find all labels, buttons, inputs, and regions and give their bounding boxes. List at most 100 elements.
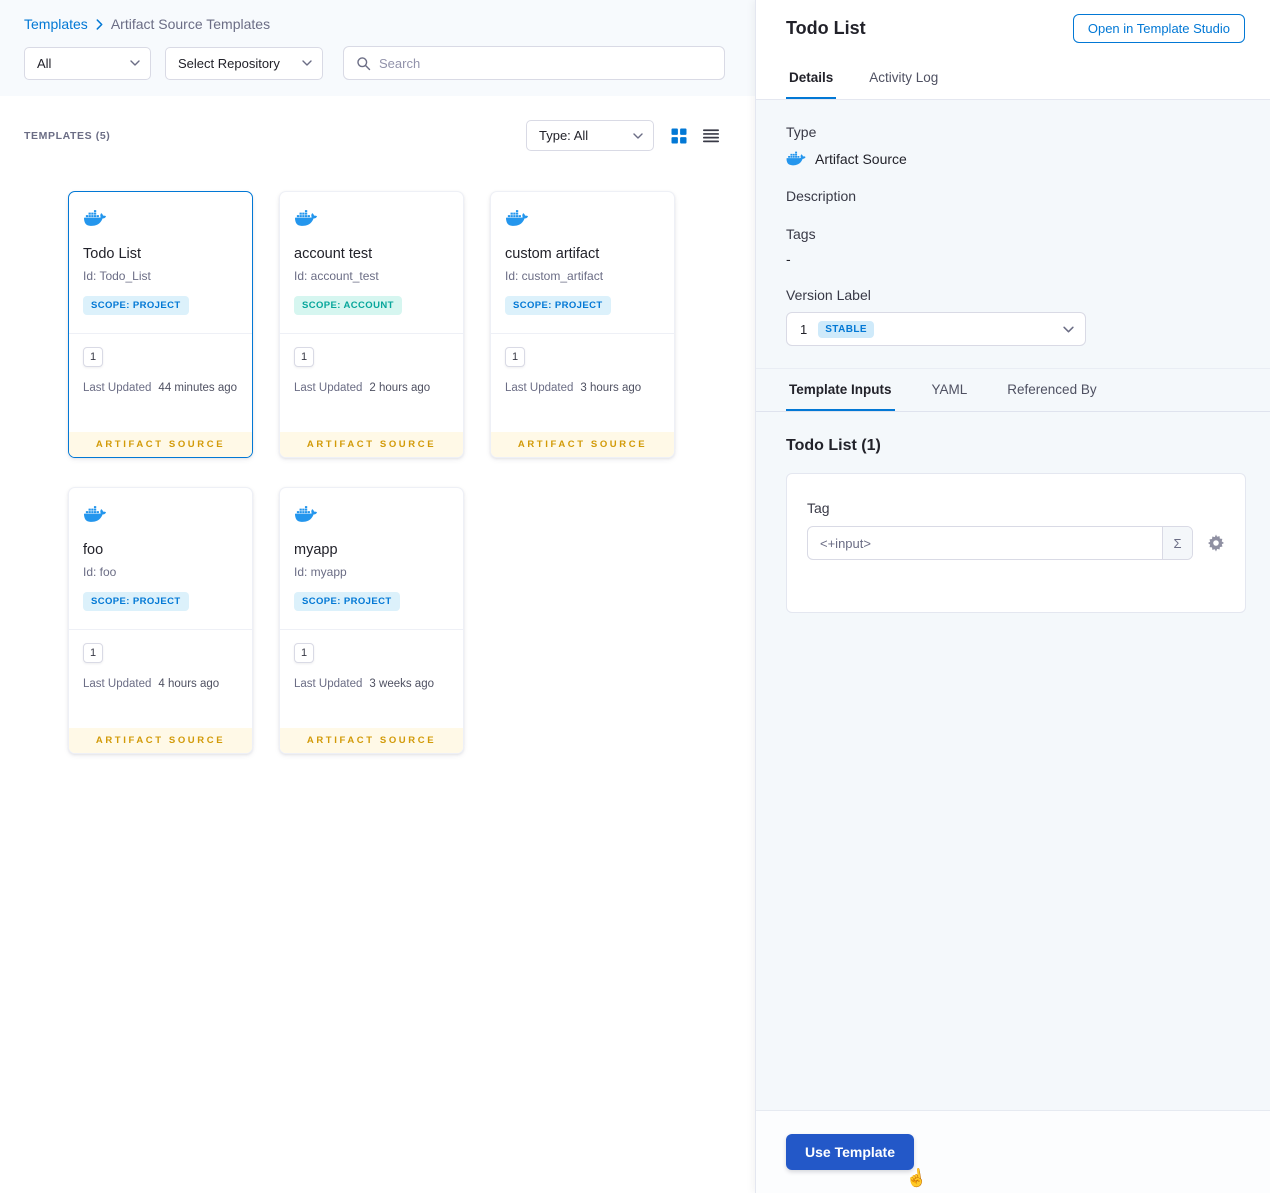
template-type-footer: ARTIFACT SOURCE <box>491 432 674 457</box>
search-box <box>343 46 725 80</box>
tab-yaml[interactable]: YAML <box>929 382 971 411</box>
filter-row: All Select Repository <box>24 46 731 80</box>
breadcrumb-templates-link[interactable]: Templates <box>24 16 88 32</box>
last-updated-label: Last Updated <box>83 382 152 394</box>
chevron-down-icon <box>130 60 140 66</box>
templates-count: TEMPLATES (5) <box>24 129 111 142</box>
list-view-icon[interactable] <box>703 129 719 143</box>
last-updated-label: Last Updated <box>505 382 574 394</box>
docker-icon <box>786 149 806 168</box>
tab-referenced-by[interactable]: Referenced By <box>1004 382 1099 411</box>
scope-filter-dropdown[interactable]: All <box>24 46 151 80</box>
last-updated: Last Updated 4 hours ago <box>83 678 238 690</box>
app-window: Templates Artifact Source Templates All … <box>0 0 1270 1193</box>
docker-icon <box>294 207 318 229</box>
page-header: Templates Artifact Source Templates All … <box>0 0 755 96</box>
grid-view-icon[interactable] <box>671 128 687 144</box>
scope-badge: SCOPE: PROJECT <box>505 296 611 315</box>
last-updated-value: 44 minutes ago <box>158 382 238 394</box>
type-value: Artifact Source <box>815 150 907 167</box>
search-icon <box>356 56 371 71</box>
version-dropdown[interactable]: 1 STABLE <box>786 312 1086 346</box>
version-count: 1 <box>294 643 314 663</box>
template-type-footer: ARTIFACT SOURCE <box>280 728 463 753</box>
template-name: account test <box>294 246 373 262</box>
stable-badge: STABLE <box>818 320 874 338</box>
docker-icon <box>83 207 107 229</box>
version-count: 1 <box>505 347 525 367</box>
template-name: Todo List <box>83 246 142 262</box>
last-updated-label: Last Updated <box>294 382 363 394</box>
last-updated: Last Updated 3 weeks ago <box>294 678 449 690</box>
panel-header: Todo List Open in Template Studio <box>756 0 1270 56</box>
chevron-down-icon <box>302 60 312 66</box>
type-filter-dropdown[interactable]: Type: All <box>526 120 654 151</box>
type-filter-value: Type: All <box>539 128 589 143</box>
template-card-todo-list[interactable]: Todo List Id: Todo_List SCOPE: PROJECT 1… <box>68 191 253 458</box>
scope-badge: SCOPE: ACCOUNT <box>294 296 402 315</box>
template-card-account-test[interactable]: account test Id: account_test SCOPE: ACC… <box>279 191 464 458</box>
template-type-footer: ARTIFACT SOURCE <box>280 432 463 457</box>
tag-label: Tag <box>807 500 830 516</box>
chevron-down-icon <box>1063 326 1074 333</box>
scope-filter-value: All <box>37 55 52 71</box>
scope-badge: SCOPE: PROJECT <box>83 592 189 611</box>
template-name: foo <box>83 542 104 558</box>
tags-value: - <box>786 251 791 267</box>
breadcrumb-chevron-icon <box>96 19 103 30</box>
repository-filter-dropdown[interactable]: Select Repository <box>165 46 323 80</box>
breadcrumb: Templates Artifact Source Templates <box>24 16 731 32</box>
gear-icon[interactable] <box>1207 534 1225 552</box>
details-body: Type Artifact Source Description Tags - … <box>756 100 1270 346</box>
tag-input-group: Σ <box>807 526 1193 560</box>
template-name: custom artifact <box>505 246 600 262</box>
scope-badge: SCOPE: PROJECT <box>83 296 189 315</box>
version-count: 1 <box>83 643 103 663</box>
template-type-footer: ARTIFACT SOURCE <box>69 728 252 753</box>
repository-filter-value: Select Repository <box>178 55 280 71</box>
inputs-card: Tag Σ <box>786 473 1246 613</box>
template-id: Id: custom_artifact <box>505 269 604 283</box>
template-type-footer: ARTIFACT SOURCE <box>69 432 252 457</box>
template-card-custom-artifact[interactable]: custom artifact Id: custom_artifact SCOP… <box>490 191 675 458</box>
version-value: 1 <box>800 321 808 337</box>
breadcrumb-current: Artifact Source Templates <box>110 16 271 32</box>
open-in-template-studio-button[interactable]: Open in Template Studio <box>1072 13 1245 43</box>
version-count: 1 <box>294 347 314 367</box>
last-updated: Last Updated 44 minutes ago <box>83 382 238 394</box>
template-id: Id: myapp <box>294 565 347 579</box>
tag-input[interactable] <box>808 527 1162 559</box>
use-template-button[interactable]: Use Template <box>786 1134 914 1170</box>
last-updated-value: 3 weeks ago <box>369 678 434 690</box>
chevron-down-icon <box>633 133 643 139</box>
template-card-myapp[interactable]: myapp Id: myapp SCOPE: PROJECT 1 Last Up… <box>279 487 464 754</box>
tab-template-inputs[interactable]: Template Inputs <box>786 382 895 411</box>
panel-footer: Use Template ☝ <box>756 1110 1270 1193</box>
last-updated-value: 2 hours ago <box>369 382 431 394</box>
template-card-foo[interactable]: foo Id: foo SCOPE: PROJECT 1 Last Update… <box>68 487 253 754</box>
last-updated: Last Updated 3 hours ago <box>505 382 660 394</box>
tab-details[interactable]: Details <box>786 70 837 99</box>
last-updated-value: 4 hours ago <box>158 678 220 690</box>
expression-sigma-button[interactable]: Σ <box>1162 527 1192 559</box>
last-updated: Last Updated 2 hours ago <box>294 382 449 394</box>
last-updated-label: Last Updated <box>294 678 363 690</box>
scope-badge: SCOPE: PROJECT <box>294 592 400 611</box>
docker-icon <box>83 503 107 525</box>
template-id: Id: account_test <box>294 269 379 283</box>
description-label: Description <box>786 188 857 204</box>
docker-icon <box>505 207 529 229</box>
tags-label: Tags <box>786 226 816 242</box>
panel-tabs: Details Activity Log <box>756 56 1270 100</box>
docker-icon <box>294 503 318 525</box>
templates-grid: Todo List Id: Todo_List SCOPE: PROJECT 1… <box>68 191 755 754</box>
template-details-panel: Todo List Open in Template Studio Detail… <box>755 0 1270 1193</box>
inner-tabs: Template Inputs YAML Referenced By <box>756 368 1270 412</box>
list-header: TEMPLATES (5) Type: All <box>0 96 755 151</box>
version-count: 1 <box>83 347 103 367</box>
last-updated-value: 3 hours ago <box>580 382 642 394</box>
template-name: myapp <box>294 542 338 558</box>
view-toggle <box>671 128 719 144</box>
tab-activity-log[interactable]: Activity Log <box>866 70 941 99</box>
search-input[interactable] <box>379 55 712 71</box>
